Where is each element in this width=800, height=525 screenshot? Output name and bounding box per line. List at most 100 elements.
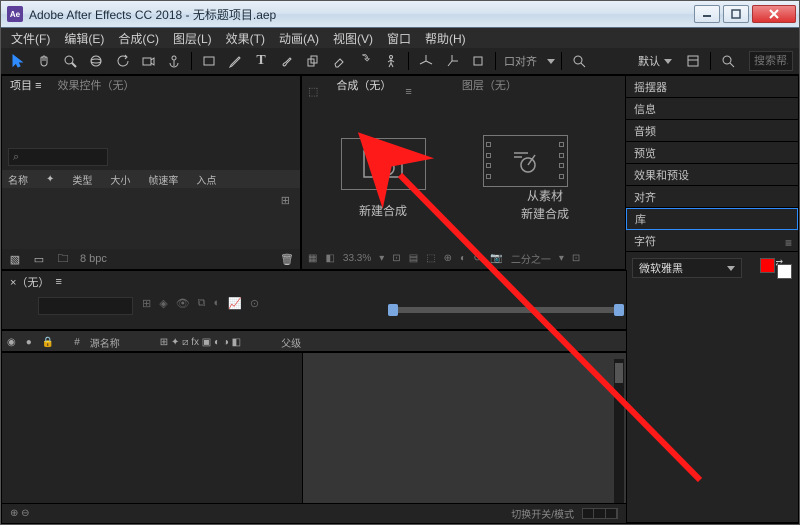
menu-window[interactable]: 窗口 <box>381 28 417 49</box>
timeline-track-area[interactable] <box>303 353 626 523</box>
res-label[interactable]: 二分之一 <box>511 251 551 266</box>
comp-mini-flowchart-icon[interactable]: ⊞ <box>142 297 151 310</box>
hide-shy-icon[interactable]: 👁 <box>176 297 190 310</box>
draft3d-icon[interactable]: ◈ <box>159 297 167 310</box>
brush-tool-icon[interactable] <box>276 50 298 72</box>
time-navigator-start-handle[interactable] <box>388 304 398 316</box>
menu-help[interactable]: 帮助(H) <box>419 28 472 49</box>
search-icon[interactable] <box>568 50 590 72</box>
frame-blend-icon[interactable]: ⧉ <box>198 297 206 310</box>
flowchart-icon[interactable]: ⊞ <box>281 194 290 207</box>
panel-preview[interactable]: 预览 <box>626 142 798 164</box>
fill-color-swatch[interactable] <box>760 258 775 273</box>
view-options-icon[interactable]: ▾ <box>559 253 564 264</box>
roto-tool-icon[interactable] <box>354 50 376 72</box>
full-res-icon[interactable]: ⊡ <box>392 253 400 264</box>
menu-layer[interactable]: 图层(L) <box>167 28 218 49</box>
vertical-scrollbar[interactable] <box>614 359 624 517</box>
exposure-icon[interactable]: ◐ <box>460 253 466 264</box>
puppet-tool-icon[interactable] <box>380 50 402 72</box>
timeline-search-input[interactable] <box>38 297 133 315</box>
rectangle-tool-icon[interactable] <box>198 50 220 72</box>
camera-tool-icon[interactable] <box>137 50 159 72</box>
menu-file[interactable]: 文件(F) <box>5 28 56 49</box>
panel-character[interactable]: 字符≡ <box>626 230 798 252</box>
new-folder-icon[interactable]: 🗀 <box>56 252 70 266</box>
local-axis-icon[interactable] <box>415 50 437 72</box>
rotate-tool-icon[interactable] <box>111 50 133 72</box>
menu-edit[interactable]: 编辑(E) <box>58 28 110 49</box>
panel-menu-icon[interactable]: ≡ <box>785 236 792 250</box>
maximize-button[interactable] <box>723 5 749 23</box>
project-search-input[interactable]: ⌕ <box>8 148 108 166</box>
col-visibility-icon[interactable]: ◉ <box>2 337 21 348</box>
hand-tool-icon[interactable] <box>33 50 55 72</box>
panel-menu-icon[interactable]: ≡ <box>55 276 61 288</box>
tab-composition[interactable]: 合成（无） <box>334 74 393 98</box>
adjust-exposure-icon[interactable]: ⟳ <box>474 253 482 264</box>
selection-tool-icon[interactable] <box>7 50 29 72</box>
tab-project[interactable]: 项目 ≡ <box>8 74 43 98</box>
close-button[interactable] <box>752 5 796 23</box>
col-inpoint[interactable]: 入点 <box>196 172 216 187</box>
channel-icon[interactable]: ⊕ <box>444 253 452 264</box>
grid-icon[interactable]: ▦ <box>308 253 317 264</box>
panel-info[interactable]: 信息 <box>626 98 798 120</box>
col-source-name[interactable]: 源名称 <box>85 335 125 350</box>
col-name[interactable]: 名称 <box>8 172 28 187</box>
toggle-switches-modes[interactable]: 切换开关/模式 <box>511 506 574 521</box>
menu-effect[interactable]: 效果(T) <box>220 28 271 49</box>
motion-blur-icon[interactable]: ◐ <box>214 297 221 310</box>
workspace-dropdown[interactable]: 默认 <box>632 51 678 71</box>
font-family-dropdown[interactable]: 微软雅黑 <box>632 258 742 278</box>
lock-icon[interactable]: ⬚ <box>308 85 318 98</box>
panel-align[interactable]: 对齐 <box>626 186 798 208</box>
interpret-footage-icon[interactable]: ▧ <box>8 252 22 266</box>
col-framerate[interactable]: 帧速率 <box>148 172 178 187</box>
snapping-checkbox[interactable]: 口对齐 <box>502 53 539 69</box>
expand-collapse-icon[interactable]: ⊕ ⊖ <box>10 508 30 519</box>
zoom-dropdown[interactable]: 33.3% <box>343 253 371 264</box>
col-type[interactable]: 类型 <box>72 172 92 187</box>
resolution-dropdown[interactable]: ▾ <box>379 253 384 264</box>
minimize-button[interactable] <box>694 5 720 23</box>
bpc-label[interactable]: 8 bpc <box>80 253 107 265</box>
trash-icon[interactable]: 🗑 <box>280 252 294 266</box>
panel-audio[interactable]: 音频 <box>626 120 798 142</box>
zoom-tool-icon[interactable] <box>59 50 81 72</box>
stroke-color-swatch[interactable] <box>777 264 792 279</box>
orbit-tool-icon[interactable] <box>85 50 107 72</box>
col-lock-icon[interactable]: 🔒 <box>37 337 59 348</box>
brainstorm-icon[interactable]: ⊙ <box>250 297 259 310</box>
text-tool-icon[interactable]: T <box>250 50 272 72</box>
tab-effect-controls[interactable]: 效果控件（无） <box>55 74 136 98</box>
time-navigator-end-handle[interactable] <box>614 304 624 316</box>
panel-library[interactable]: 库 <box>626 208 798 230</box>
new-composition-button[interactable]: 新建合成 <box>321 138 446 220</box>
panel-wiggler[interactable]: 摇摆器 <box>626 76 798 98</box>
snapping-options-icon[interactable] <box>547 59 555 64</box>
new-comp-icon[interactable]: ▭ <box>32 252 46 266</box>
mask-toggle-icon[interactable]: ◧ <box>325 253 334 264</box>
tab-layer[interactable]: 图层（无） <box>460 74 519 98</box>
menu-comp[interactable]: 合成(C) <box>112 28 165 49</box>
col-size[interactable]: 大小 <box>110 172 130 187</box>
menu-view[interactable]: 视图(V) <box>327 28 379 49</box>
pen-tool-icon[interactable] <box>224 50 246 72</box>
zoom-slider[interactable] <box>582 508 618 519</box>
new-comp-from-footage-button[interactable]: 从素材 新建合成 <box>483 135 608 223</box>
view-axis-icon[interactable] <box>467 50 489 72</box>
time-navigator[interactable] <box>392 307 620 313</box>
col-parent[interactable]: 父级 <box>276 335 306 350</box>
camera-view-icon[interactable]: ⊡ <box>572 253 580 264</box>
snapshot-icon[interactable]: 📷 <box>490 253 502 264</box>
panel-menu-icon[interactable]: ≡ <box>405 86 411 98</box>
col-tag-icon[interactable]: ✦ <box>46 174 54 185</box>
panel-effects-presets[interactable]: 效果和预设 <box>626 164 798 186</box>
project-item-list[interactable]: ⊞ <box>2 188 300 249</box>
clone-tool-icon[interactable] <box>302 50 324 72</box>
world-axis-icon[interactable] <box>441 50 463 72</box>
anchor-tool-icon[interactable] <box>163 50 185 72</box>
eraser-tool-icon[interactable] <box>328 50 350 72</box>
tab-timeline-none[interactable]: ×（无） <box>10 274 49 290</box>
